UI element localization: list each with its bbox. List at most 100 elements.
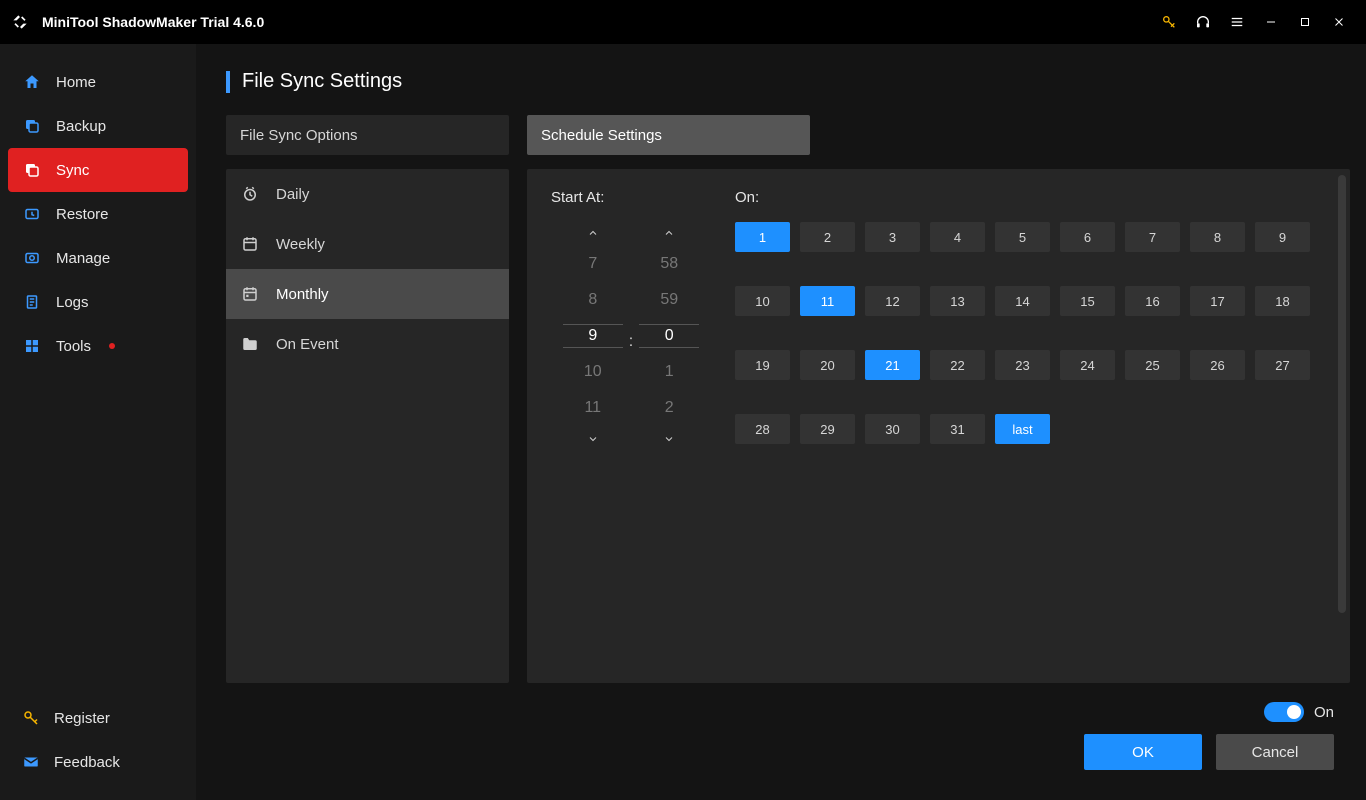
day-button-28[interactable]: 28: [735, 414, 790, 444]
folder-icon: [240, 335, 260, 353]
day-button-7[interactable]: 7: [1125, 222, 1180, 252]
home-icon: [22, 73, 42, 91]
sidebar-feedback[interactable]: Feedback: [8, 740, 188, 784]
day-button-16[interactable]: 16: [1125, 286, 1180, 316]
clock-icon: [240, 185, 260, 203]
sidebar-item-label: Tools: [56, 338, 91, 355]
window-maximize-icon[interactable]: [1288, 8, 1322, 36]
minute-value-selected: 0: [639, 324, 699, 348]
accent-bar-icon: [226, 71, 230, 93]
titlebar-menu-icon[interactable]: [1220, 8, 1254, 36]
day-button-3[interactable]: 3: [865, 222, 920, 252]
titlebar: MiniTool ShadowMaker Trial 4.6.0: [0, 0, 1366, 44]
app-title: MiniTool ShadowMaker Trial 4.6.0: [42, 14, 264, 30]
day-button-17[interactable]: 17: [1190, 286, 1245, 316]
frequency-daily[interactable]: Daily: [226, 169, 509, 219]
minute-wheel[interactable]: 58 59 0 1 2: [639, 222, 699, 450]
frequency-monthly[interactable]: Monthly: [226, 269, 509, 319]
sidebar-item-backup[interactable]: Backup: [8, 104, 188, 148]
day-button-13[interactable]: 13: [930, 286, 985, 316]
page-title: File Sync Settings: [226, 70, 1350, 93]
day-button-24[interactable]: 24: [1060, 350, 1115, 380]
cancel-button[interactable]: Cancel: [1216, 734, 1334, 770]
app-logo: MiniTool ShadowMaker Trial 4.6.0: [10, 12, 264, 32]
sidebar-item-manage[interactable]: Manage: [8, 236, 188, 280]
day-button-26[interactable]: 26: [1190, 350, 1245, 380]
sidebar-item-logs[interactable]: Logs: [8, 280, 188, 324]
calendar-month-icon: [240, 285, 260, 303]
minute-value: 2: [665, 396, 674, 420]
frequency-label: On Event: [276, 336, 339, 353]
sidebar-feedback-label: Feedback: [54, 754, 120, 771]
sidebar-register[interactable]: Register: [8, 696, 188, 740]
chevron-down-icon[interactable]: [639, 428, 699, 450]
sidebar-item-restore[interactable]: Restore: [8, 192, 188, 236]
sidebar-item-home[interactable]: Home: [8, 60, 188, 104]
page-title-text: File Sync Settings: [242, 70, 402, 93]
sidebar-item-tools[interactable]: Tools: [8, 324, 188, 368]
day-button-2[interactable]: 2: [800, 222, 855, 252]
sidebar-item-sync[interactable]: Sync: [8, 148, 188, 192]
sidebar-register-label: Register: [54, 710, 110, 727]
titlebar-key-icon[interactable]: [1152, 8, 1186, 36]
frequency-label: Monthly: [276, 286, 329, 303]
chevron-up-icon[interactable]: [639, 222, 699, 244]
day-button-23[interactable]: 23: [995, 350, 1050, 380]
day-button-31[interactable]: 31: [930, 414, 985, 444]
schedule-enable-toggle[interactable]: [1264, 702, 1304, 722]
sidebar-item-label: Backup: [56, 118, 106, 135]
frequency-weekly[interactable]: Weekly: [226, 219, 509, 269]
vertical-scrollbar[interactable]: [1338, 175, 1346, 613]
hour-wheel[interactable]: 7 8 9 10 11: [563, 222, 623, 450]
restore-icon: [22, 205, 42, 223]
day-button-20[interactable]: 20: [800, 350, 855, 380]
day-button-11[interactable]: 11: [800, 286, 855, 316]
tab-schedule-settings[interactable]: Schedule Settings: [527, 115, 810, 155]
day-button-21[interactable]: 21: [865, 350, 920, 380]
time-colon: :: [623, 333, 639, 351]
day-button-6[interactable]: 6: [1060, 222, 1115, 252]
day-button-29[interactable]: 29: [800, 414, 855, 444]
window-minimize-icon[interactable]: [1254, 8, 1288, 36]
day-button-12[interactable]: 12: [865, 286, 920, 316]
day-button-1[interactable]: 1: [735, 222, 790, 252]
on-label: On:: [735, 189, 1322, 206]
day-button-8[interactable]: 8: [1190, 222, 1245, 252]
day-button-9[interactable]: 9: [1255, 222, 1310, 252]
chevron-down-icon[interactable]: [563, 428, 623, 450]
frequency-panel: Daily Weekly Monthly On Event: [226, 169, 509, 683]
manage-icon: [22, 249, 42, 267]
day-button-10[interactable]: 10: [735, 286, 790, 316]
toggle-label: On: [1314, 704, 1334, 721]
titlebar-headset-icon[interactable]: [1186, 8, 1220, 36]
tab-file-sync-options[interactable]: File Sync Options: [226, 115, 509, 155]
sync-icon: [22, 161, 42, 179]
mail-icon: [22, 753, 40, 771]
sidebar-item-label: Sync: [56, 162, 89, 179]
frequency-on-event[interactable]: On Event: [226, 319, 509, 369]
day-button-30[interactable]: 30: [865, 414, 920, 444]
day-button-5[interactable]: 5: [995, 222, 1050, 252]
sidebar-item-label: Home: [56, 74, 96, 91]
frequency-label: Weekly: [276, 236, 325, 253]
day-button-14[interactable]: 14: [995, 286, 1050, 316]
minute-value: 59: [660, 288, 678, 312]
day-button-22[interactable]: 22: [930, 350, 985, 380]
minute-value: 58: [660, 252, 678, 276]
chevron-up-icon[interactable]: [563, 222, 623, 244]
day-button-4[interactable]: 4: [930, 222, 985, 252]
hour-value-selected: 9: [563, 324, 623, 348]
day-button-last[interactable]: last: [995, 414, 1050, 444]
day-button-27[interactable]: 27: [1255, 350, 1310, 380]
sidebar: Home Backup Sync Restore Manage: [0, 44, 196, 800]
day-button-18[interactable]: 18: [1255, 286, 1310, 316]
ok-button[interactable]: OK: [1084, 734, 1202, 770]
window-close-icon[interactable]: [1322, 8, 1356, 36]
day-button-15[interactable]: 15: [1060, 286, 1115, 316]
hour-value: 7: [588, 252, 597, 276]
key-icon: [22, 709, 40, 727]
day-button-19[interactable]: 19: [735, 350, 790, 380]
hour-value: 11: [584, 396, 601, 420]
start-at-label: Start At:: [551, 189, 711, 206]
day-button-25[interactable]: 25: [1125, 350, 1180, 380]
